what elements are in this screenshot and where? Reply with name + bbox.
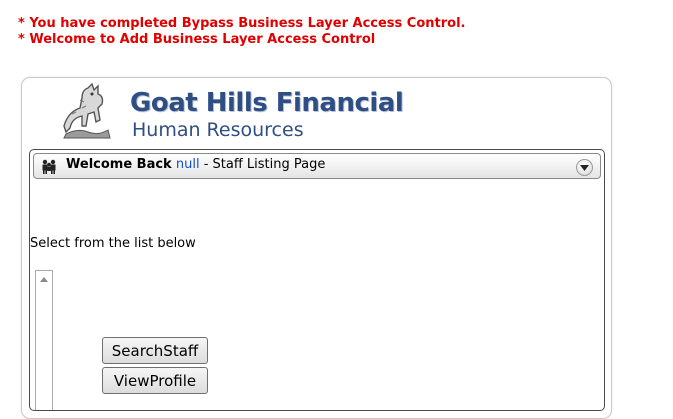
- logo-title: Goat Hills Financial: [130, 88, 404, 118]
- staff-list[interactable]: [35, 270, 53, 410]
- welcome-message: * Welcome to Add Business Layer Access C…: [18, 32, 376, 47]
- collapse-button[interactable]: [576, 159, 593, 176]
- page-title: - Staff Listing Page: [199, 157, 326, 172]
- logo-subtitle: Human Resources: [132, 119, 304, 141]
- search-staff-button[interactable]: SearchStaff: [102, 337, 208, 364]
- user-name: null: [175, 157, 200, 172]
- header-bar: Welcome Back null - Staff Listing Page: [33, 153, 601, 179]
- goat-logo-icon: [63, 82, 111, 139]
- logo: Goat Hills Financial Human Resources: [40, 82, 420, 144]
- welcome-label: Welcome Back: [66, 157, 172, 172]
- scroll-up-icon[interactable]: [40, 277, 48, 282]
- view-profile-button[interactable]: ViewProfile: [102, 367, 208, 394]
- people-icon: [42, 159, 56, 174]
- staff-listing-panel: Welcome Back null - Staff Listing Page S…: [29, 149, 605, 411]
- header-text: Welcome Back null - Staff Listing Page: [66, 157, 325, 173]
- completion-message: * You have completed Bypass Business Lay…: [18, 16, 466, 31]
- collapse-icon: [580, 165, 589, 171]
- select-instruction: Select from the list below: [30, 236, 196, 251]
